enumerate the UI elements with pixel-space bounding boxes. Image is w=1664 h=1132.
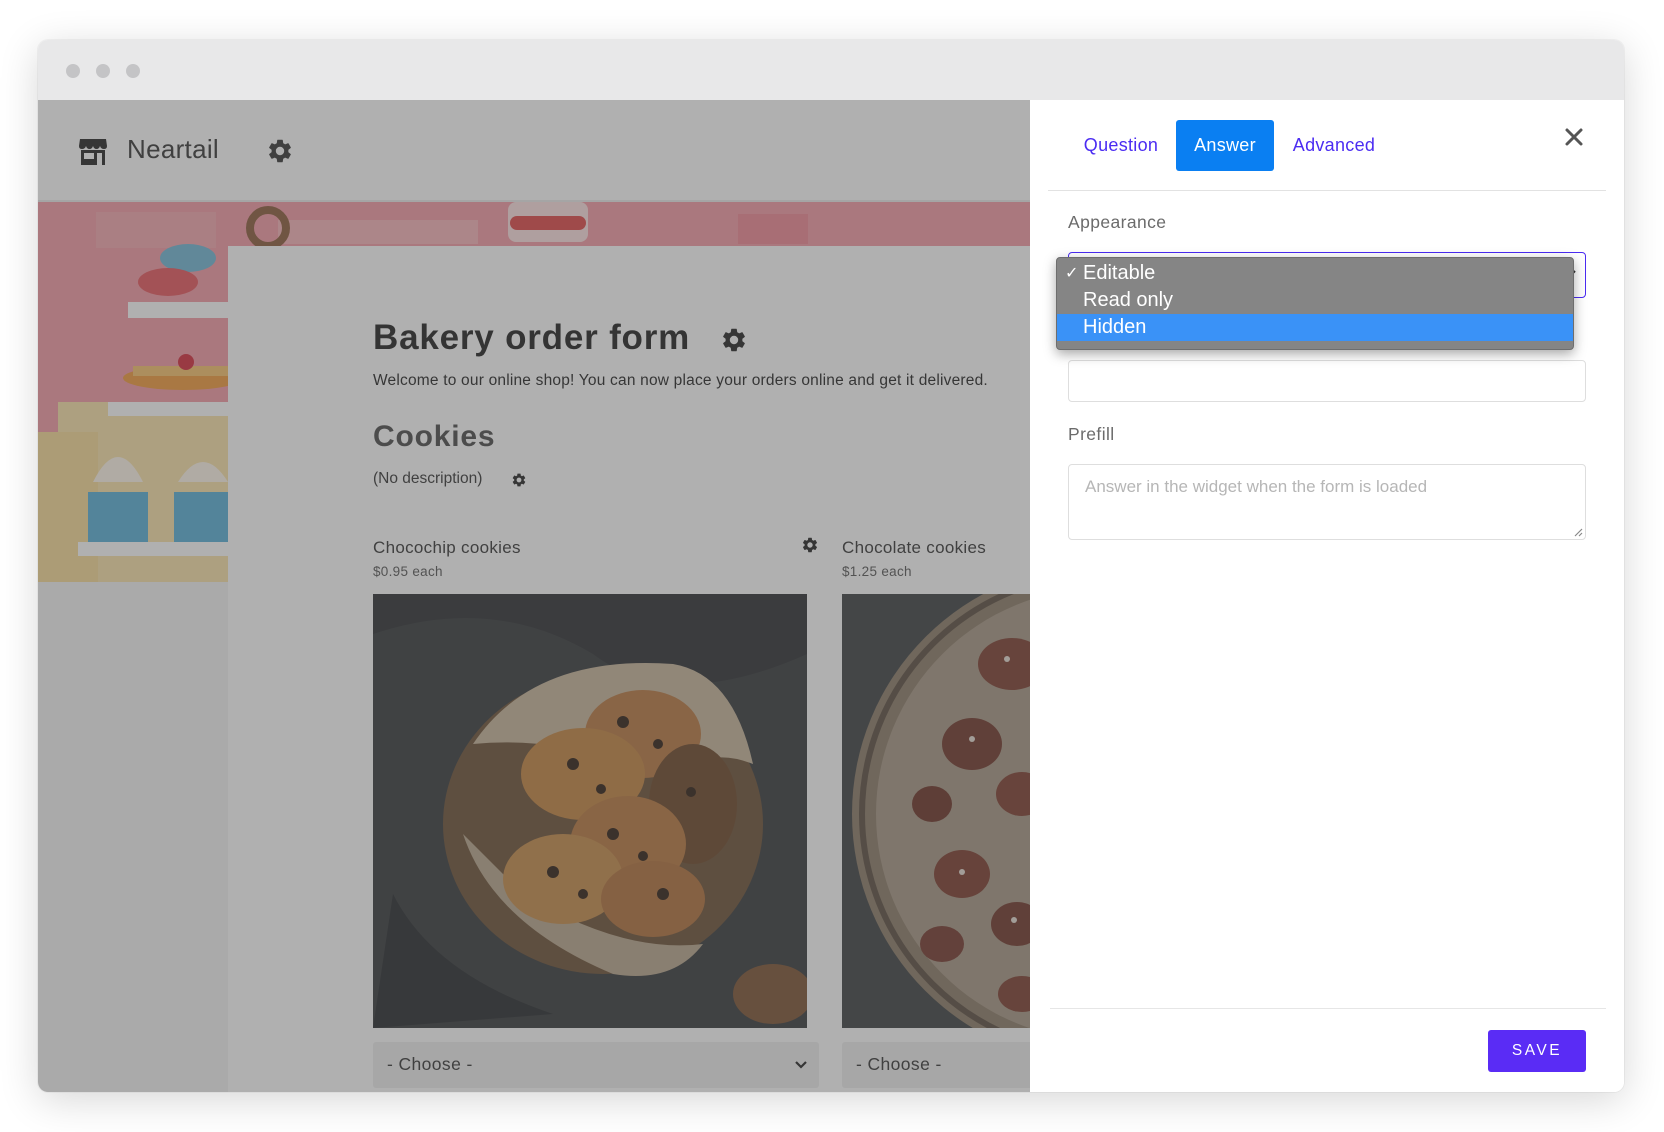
check-icon: ✓	[1065, 265, 1079, 282]
quantity-select-value: - Choose -	[387, 1054, 473, 1074]
product-price: $1.25 each	[842, 564, 912, 579]
tab-advanced[interactable]: Advanced	[1278, 120, 1390, 171]
tab-question[interactable]: Question	[1066, 120, 1176, 171]
tabs-divider	[1048, 190, 1606, 191]
brand-name: Neartail	[127, 134, 219, 164]
form-card: Bakery order form Welcome to our online …	[228, 246, 1030, 1092]
product-card: Chocolate cookies $1.25 each - Choose -	[842, 538, 1030, 1088]
product-price: $0.95 each	[373, 564, 443, 579]
section-description: (No description)	[373, 470, 483, 487]
product-photo	[373, 594, 807, 1028]
prefill-placeholder: Answer in the widget when the form is lo…	[1085, 477, 1428, 496]
prefill-label: Prefill	[1068, 424, 1115, 444]
form-title: Bakery order form	[373, 318, 691, 357]
window-close-dot[interactable]	[66, 64, 80, 78]
option-label: Read only	[1083, 289, 1174, 311]
footer-divider	[1050, 1008, 1606, 1009]
tab-answer[interactable]: Answer	[1176, 120, 1274, 171]
gear-icon[interactable]	[266, 137, 294, 165]
appearance-dropdown-menu: ✓ Editable Read only Hidden	[1056, 257, 1574, 350]
dropdown-option-read-only[interactable]: Read only	[1057, 287, 1573, 314]
option-label: Hidden	[1083, 316, 1147, 338]
appearance-label: Appearance	[1068, 212, 1167, 232]
option-label: Editable	[1083, 262, 1156, 284]
browser-window: Neartail Bakery order form Welcome to ou…	[38, 40, 1624, 1092]
product-card: Chocochip cookies $0.95 each - Choose -	[373, 537, 819, 1088]
chevron-down-icon	[795, 1061, 807, 1069]
product-photo	[842, 594, 1030, 1028]
close-icon[interactable]	[1562, 125, 1586, 149]
product-name: Chocochip cookies	[373, 538, 521, 557]
window-zoom-dot[interactable]	[126, 64, 140, 78]
quantity-select[interactable]: - Choose -	[373, 1042, 819, 1088]
quantity-select-value: - Choose -	[856, 1054, 942, 1074]
save-button[interactable]: SAVE	[1488, 1030, 1586, 1072]
form-preview: Neartail Bakery order form Welcome to ou…	[38, 100, 1030, 1092]
gear-icon[interactable]	[801, 536, 819, 554]
prefill-textarea[interactable]: Answer in the widget when the form is lo…	[1068, 464, 1586, 540]
section-title: Cookies	[373, 420, 496, 453]
app-header: Neartail	[38, 100, 1030, 202]
dropdown-option-editable[interactable]: ✓ Editable	[1057, 260, 1573, 287]
window-minimize-dot[interactable]	[96, 64, 110, 78]
dropdown-option-hidden[interactable]: Hidden	[1057, 314, 1573, 341]
question-settings-panel: Question Answer Advanced Appearance Pref…	[1030, 100, 1624, 1092]
resize-handle-icon[interactable]	[1573, 527, 1583, 537]
store-icon	[79, 139, 107, 165]
answer-field[interactable]	[1068, 360, 1586, 402]
quantity-select[interactable]: - Choose -	[842, 1042, 1030, 1088]
product-name: Chocolate cookies	[842, 538, 987, 557]
window-titlebar	[38, 40, 1624, 100]
panel-tabs: Question Answer Advanced	[1030, 100, 1624, 192]
gear-icon[interactable]	[511, 472, 527, 488]
form-description: Welcome to our online shop! You can now …	[373, 372, 988, 389]
gear-icon[interactable]	[720, 326, 748, 354]
